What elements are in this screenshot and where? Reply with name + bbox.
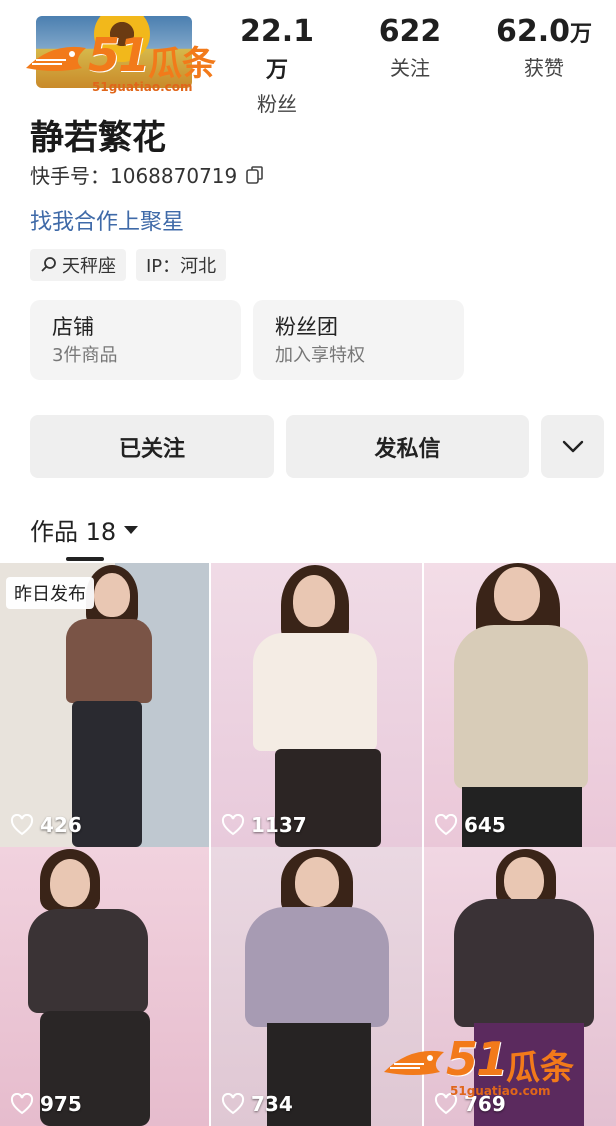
- profile-header: 51 瓜条 51guatiao.com 22.1万 粉丝 622 关注 62.0…: [0, 0, 616, 116]
- video-tile[interactable]: 1137: [211, 563, 422, 847]
- copy-icon[interactable]: [245, 165, 265, 185]
- tab-underline: [66, 557, 104, 561]
- stat-followers-label: 粉丝: [257, 92, 297, 116]
- watermark-logo-bottom: 51 瓜条 51guatiao.com: [380, 1030, 596, 1100]
- shop-card-title: 店铺: [52, 315, 94, 339]
- stat-followers-value: 22.1万: [239, 14, 315, 83]
- profile-tags: 天秤座 IP：河北: [30, 249, 227, 281]
- video-likes-count: 734: [251, 1092, 293, 1116]
- watermark-text: 瓜条: [148, 44, 216, 84]
- fish-logo-icon: [384, 1050, 444, 1075]
- video-tile[interactable]: 975: [0, 847, 209, 1126]
- figure-legs: [72, 701, 142, 847]
- more-button[interactable]: [541, 415, 604, 478]
- tag-ip: IP：河北: [136, 249, 227, 281]
- figure-body: [253, 633, 377, 751]
- profile-cards: 店铺 3件商品 粉丝团 加入享特权: [30, 300, 464, 380]
- video-likes-count: 975: [40, 1092, 82, 1116]
- fan-club-card-title: 粉丝团: [275, 315, 338, 339]
- profile-name: 静若繁花: [30, 118, 166, 158]
- stat-following[interactable]: 622 关注: [370, 14, 450, 83]
- stat-likes[interactable]: 62.0万 获赞: [494, 14, 594, 83]
- send-message-button[interactable]: 发私信: [286, 415, 529, 478]
- video-likes: 734: [221, 1092, 293, 1116]
- fan-club-card-subtitle: 加入享特权: [275, 345, 365, 366]
- shop-card-subtitle: 3件商品: [52, 345, 118, 366]
- uid-text: 快手号：1068870719: [30, 164, 238, 188]
- tag-zodiac-label: 天秤座: [62, 256, 116, 277]
- chevron-down-icon: [562, 440, 583, 452]
- figure-body: [454, 625, 588, 789]
- figure-head: [504, 857, 544, 903]
- tab-works[interactable]: 作品 18: [30, 512, 139, 547]
- tag-zodiac: 天秤座: [30, 249, 126, 281]
- video-likes-count: 426: [40, 813, 82, 837]
- new-post-badge: 昨日发布: [6, 577, 94, 609]
- watermark-url: 51guatiao.com: [92, 80, 193, 94]
- video-likes: 1137: [221, 813, 307, 837]
- video-likes-count: 645: [464, 813, 506, 837]
- stat-following-value: 622: [378, 14, 442, 49]
- figure-head: [293, 575, 335, 627]
- search-icon: [41, 257, 56, 272]
- watermark-number: 51: [446, 1032, 508, 1086]
- video-tile[interactable]: 645: [424, 563, 616, 847]
- video-likes: 975: [10, 1092, 82, 1116]
- stat-following-label: 关注: [390, 56, 430, 80]
- watermark-text: 瓜条: [506, 1048, 574, 1088]
- figure-head: [295, 857, 339, 907]
- figure-body: [454, 899, 594, 1027]
- cooperation-link[interactable]: 找我合作上聚星: [30, 204, 184, 236]
- heart-icon: [434, 814, 458, 836]
- caret-down-icon: [124, 525, 139, 534]
- stat-followers[interactable]: 22.1万 粉丝: [232, 14, 322, 119]
- figure-body: [245, 907, 389, 1027]
- figure-head: [494, 567, 540, 621]
- tab-works-label: 作品 18: [30, 518, 117, 546]
- video-tile[interactable]: 昨日发布 426: [0, 563, 209, 847]
- heart-icon: [10, 1093, 34, 1115]
- figure-head: [94, 573, 130, 617]
- video-likes: 645: [434, 813, 506, 837]
- figure-body: [66, 619, 152, 703]
- watermark-url: 51guatiao.com: [450, 1084, 551, 1098]
- heart-icon: [221, 814, 245, 836]
- followed-button[interactable]: 已关注: [30, 415, 274, 478]
- video-likes-count: 1137: [251, 813, 307, 837]
- figure-body: [28, 909, 148, 1013]
- watermark-number: 51: [88, 28, 150, 82]
- action-bar: 已关注 发私信: [30, 415, 604, 478]
- video-likes: 426: [10, 813, 82, 837]
- profile-uid: 快手号：1068870719: [30, 160, 265, 189]
- heart-icon: [10, 814, 34, 836]
- tag-ip-label: IP：河北: [146, 256, 217, 277]
- fish-logo-icon: [26, 46, 86, 71]
- stat-likes-label: 获赞: [524, 56, 564, 80]
- heart-icon: [221, 1093, 245, 1115]
- fan-club-card[interactable]: 粉丝团 加入享特权: [253, 300, 464, 380]
- stat-likes-value: 62.0万: [495, 14, 593, 49]
- shop-card[interactable]: 店铺 3件商品: [30, 300, 241, 380]
- watermark-logo: 51 瓜条 51guatiao.com: [22, 26, 238, 96]
- figure-head: [50, 859, 90, 907]
